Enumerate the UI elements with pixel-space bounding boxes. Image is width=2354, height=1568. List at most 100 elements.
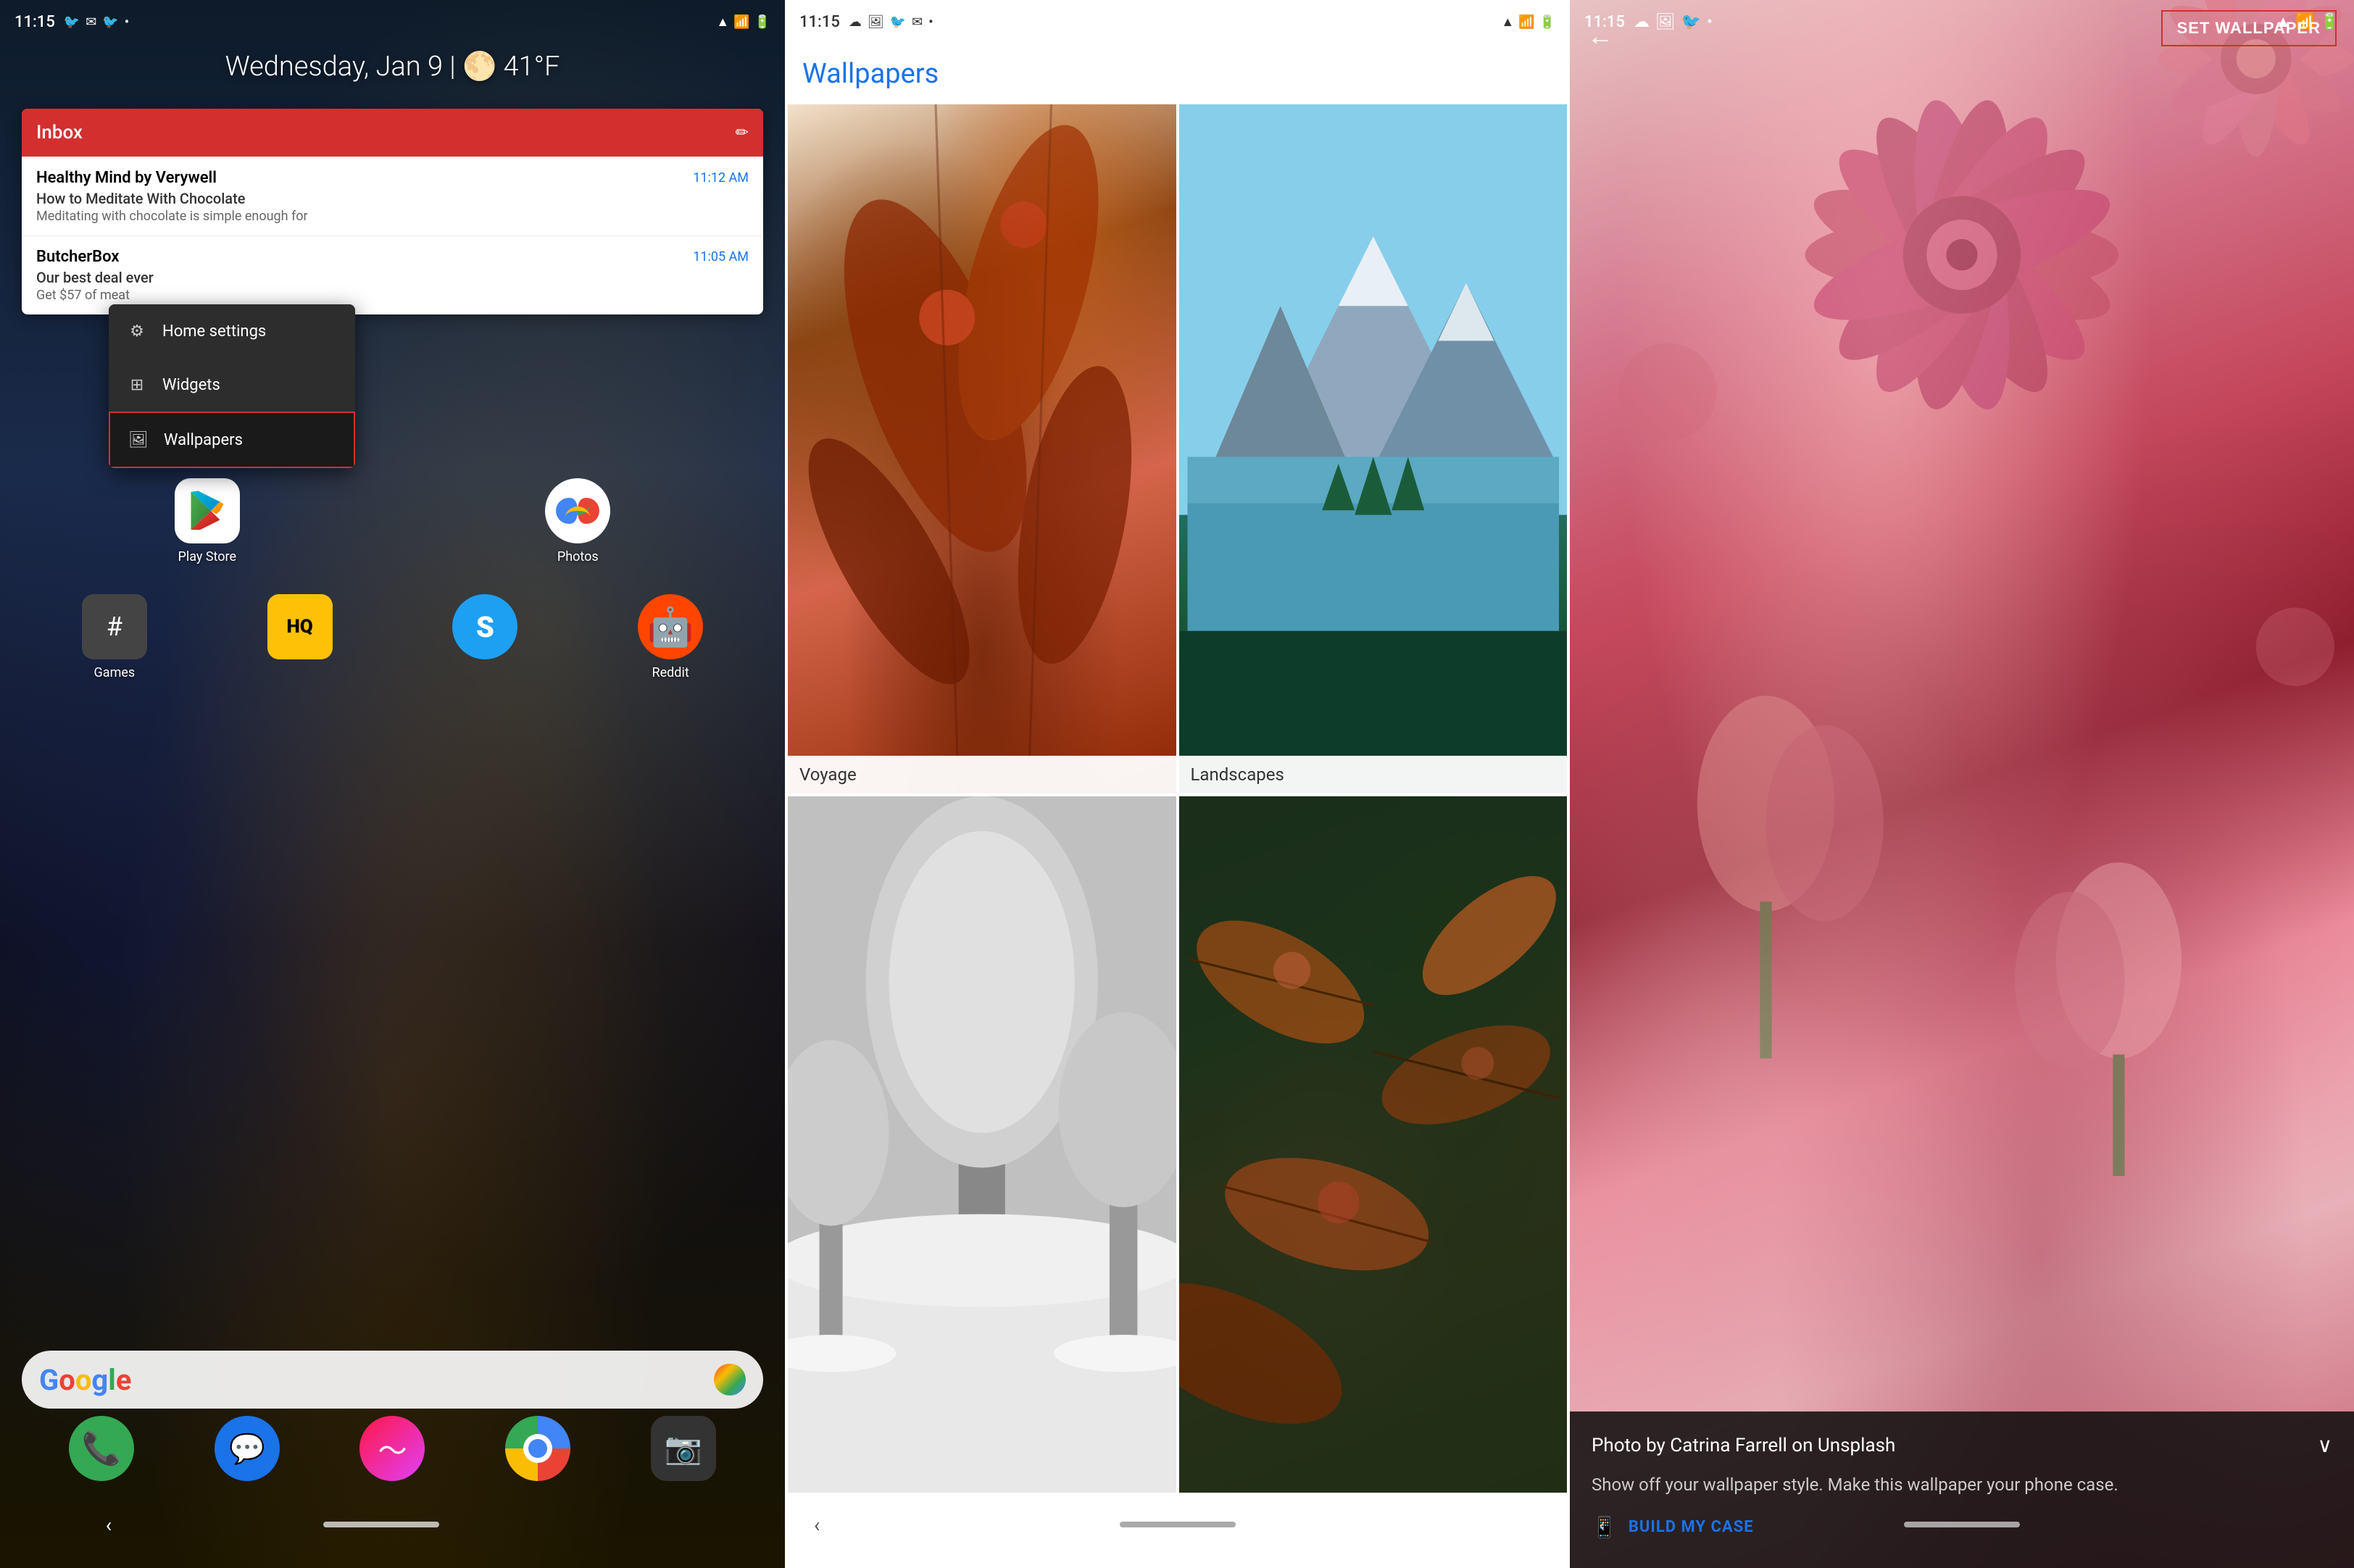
context-menu-wallpapers[interactable]: 🖼 Wallpapers <box>109 412 355 468</box>
inbox-header: Inbox ✏ <box>22 109 763 157</box>
signal-icon-w: 📶 <box>1518 14 1534 30</box>
messages-dock-icon: 💬 <box>215 1416 280 1481</box>
leaves-thumb[interactable] <box>1179 796 1568 1493</box>
wallpapers-nav-bar: ‹ <box>785 1496 1570 1568</box>
mail-icon-w: ✉ <box>912 14 923 30</box>
home-indicator[interactable] <box>323 1522 439 1527</box>
inbox-preview-2: Get $57 of meat <box>36 288 749 303</box>
context-menu-home-settings[interactable]: ⚙ Home settings <box>109 304 355 358</box>
date-weather: Wednesday, Jan 9 | 🌕 41°F <box>0 51 785 83</box>
inbox-sender-1: Healthy Mind by Verywell <box>36 169 217 187</box>
home-nav-bar: ‹ <box>0 1496 785 1568</box>
landscapes-thumb[interactable]: Landscapes <box>1179 97 1568 793</box>
inbox-title: Inbox <box>36 122 83 143</box>
signal-icon: 📶 <box>733 14 749 30</box>
soundcloud-icon: ☁ <box>849 14 862 30</box>
reddit-app[interactable]: 🤖 Reddit <box>638 594 703 680</box>
play-store-label: Play Store <box>178 549 236 564</box>
inbox-preview-1: Meditating with chocolate is simple enou… <box>36 209 749 224</box>
preview-photo-credit: Photo by Catrina Farrell on Unsplash <box>1592 1435 1895 1456</box>
photos-icon <box>545 478 610 543</box>
games-icon: # <box>82 594 147 659</box>
mail-icon: ✉ <box>86 14 96 30</box>
wifi-icon-w: ▲ <box>1501 14 1514 30</box>
chrome-dock-icon <box>505 1416 570 1481</box>
inbox-sender-2: ButcherBox <box>36 248 119 266</box>
search-bar[interactable]: Google <box>22 1351 763 1409</box>
home-screen: 11:15 🐦 ✉ 🐦 • ▲ 📶 🔋 Wednesday, Jan 9 | 🌕… <box>0 0 785 1568</box>
wallpapers-menu-label: Wallpapers <box>164 431 243 449</box>
phone-dock-app[interactable]: 📞 <box>69 1416 134 1481</box>
wallpapers-status-bar: 11:15 ☁ 🖼 🐦 ✉ • ▲ 📶 🔋 <box>785 0 1570 43</box>
wallpapers-status-time: 11:15 <box>799 13 840 31</box>
home-dock: 📞 💬 〜 📷 <box>0 1416 785 1481</box>
reddit-label: Reddit <box>652 665 689 680</box>
preview-home-indicator[interactable] <box>1904 1522 2020 1527</box>
shazam-app[interactable]: S <box>452 594 517 665</box>
hq-app[interactable]: HQ <box>267 594 333 665</box>
home-status-right: ▲ 📶 🔋 <box>716 14 770 30</box>
home-status-bar: 11:15 🐦 ✉ 🐦 • ▲ 📶 🔋 <box>0 0 785 43</box>
games-app[interactable]: # Games <box>82 594 147 680</box>
spiral-dock-icon: 〜 <box>359 1416 425 1481</box>
app-row-2: # Games HQ S 🤖 Reddit <box>0 594 785 680</box>
spiral-dock-app[interactable]: 〜 <box>359 1416 425 1481</box>
image-icon: 🖼 <box>868 14 884 30</box>
wallpapers-title: Wallpapers <box>785 43 1570 104</box>
shazam-icon: S <box>452 594 517 659</box>
inbox-subject-2: Our best deal ever <box>36 269 749 286</box>
play-store-app[interactable]: Play Store <box>175 478 240 564</box>
battery-icon-w: 🔋 <box>1539 14 1555 30</box>
wallpapers-grid: Voyage <box>785 94 1570 1496</box>
google-mic-button[interactable] <box>714 1364 746 1396</box>
games-label: Games <box>94 665 136 680</box>
winter-thumb[interactable] <box>788 796 1176 1493</box>
messages-dock-app[interactable]: 💬 <box>215 1416 280 1481</box>
home-status-time: 11:15 <box>14 13 55 31</box>
widgets-label: Widgets <box>162 376 220 394</box>
home-back-button[interactable]: ‹ <box>106 1513 112 1537</box>
inbox-email-1[interactable]: Healthy Mind by Verywell 11:12 AM How to… <box>22 157 763 235</box>
voyage-label: Voyage <box>788 756 1176 793</box>
home-settings-icon: ⚙ <box>126 320 148 342</box>
photos-label: Photos <box>557 549 599 564</box>
preview-background <box>1570 0 2354 1568</box>
preview-info-header: Photo by Catrina Farrell on Unsplash ∨ <box>1592 1433 2332 1457</box>
preview-dot-icon: • <box>1707 13 1713 31</box>
context-menu: ⚙ Home settings ⊞ Widgets 🖼 Wallpapers <box>109 304 355 468</box>
wallpapers-menu-icon: 🖼 <box>128 429 149 451</box>
twitter-icon-2: 🐦 <box>102 14 118 30</box>
landscapes-bg <box>1179 97 1568 793</box>
chrome-dock-app[interactable] <box>505 1416 570 1481</box>
context-menu-widgets[interactable]: ⊞ Widgets <box>109 358 355 412</box>
home-settings-label: Home settings <box>162 322 266 341</box>
camera-dock-app[interactable]: 📷 <box>651 1416 716 1481</box>
phone-dock-icon: 📞 <box>69 1416 134 1481</box>
hq-icon: HQ <box>267 594 333 659</box>
landscapes-label: Landscapes <box>1179 756 1568 793</box>
preview-nav-bar: ‹ <box>1570 1496 2354 1568</box>
preview-status-icons: ☁ 🖼 🐦 • <box>1634 13 1713 31</box>
winter-bg <box>788 796 1176 1493</box>
inbox-edit-icon[interactable]: ✏ <box>736 124 749 142</box>
preview-nav-back-button[interactable]: ‹ <box>1599 1513 1605 1537</box>
dot-icon: • <box>125 14 129 30</box>
battery-icon: 🔋 <box>754 14 770 30</box>
wallpapers-back-button[interactable]: ‹ <box>814 1513 820 1537</box>
wallpapers-status-right: ▲ 📶 🔋 <box>1501 14 1555 30</box>
preview-screen: 11:15 ☁ 🖼 🐦 • ▲ 📶 🔋 ← SET WALLPAPER Phot… <box>1570 0 2354 1568</box>
wallpapers-home-indicator[interactable] <box>1120 1522 1236 1527</box>
preview-description: Show off your wallpaper style. Make this… <box>1592 1472 2332 1498</box>
set-wallpaper-button[interactable]: SET WALLPAPER <box>2161 10 2337 46</box>
dot-icon-w: • <box>928 14 933 30</box>
inbox-email-2[interactable]: ButcherBox 11:05 AM Our best deal ever G… <box>22 235 763 314</box>
preview-twitter-icon: 🐦 <box>1681 13 1701 31</box>
play-store-icon <box>175 478 240 543</box>
voyage-bg <box>788 97 1176 793</box>
preview-image-icon: 🖼 <box>1655 13 1676 31</box>
photos-app[interactable]: Photos <box>545 478 610 564</box>
home-status-icons: 🐦 ✉ 🐦 • <box>64 14 129 30</box>
preview-chevron-icon[interactable]: ∨ <box>2318 1433 2333 1457</box>
voyage-thumb[interactable]: Voyage <box>788 97 1176 793</box>
widgets-icon: ⊞ <box>126 374 148 396</box>
